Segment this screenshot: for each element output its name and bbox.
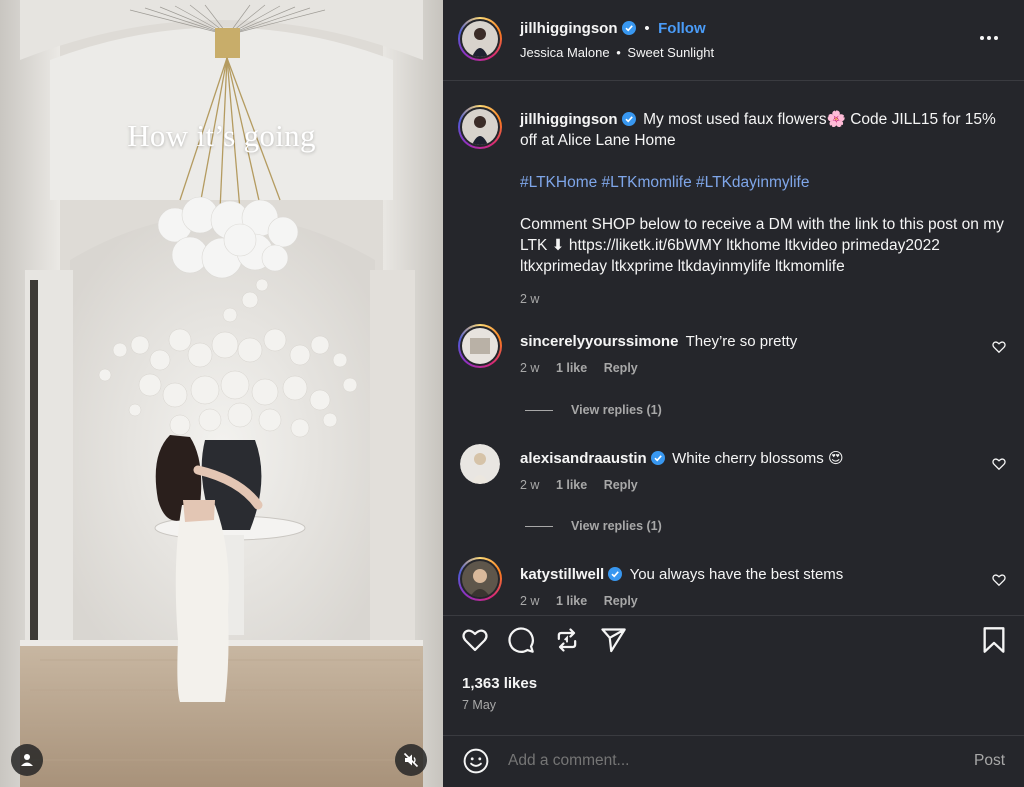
post-comment-button[interactable]: Post <box>974 752 1005 770</box>
comment-reply-button[interactable]: Reply <box>604 478 638 492</box>
audio-separator: • <box>616 45 621 60</box>
comment-like-heart-icon[interactable] <box>992 573 1006 587</box>
emoji-picker-icon[interactable] <box>463 748 489 774</box>
header-separator: • <box>644 20 650 37</box>
post-date[interactable]: 7 May <box>462 698 496 712</box>
verified-badge-icon <box>650 451 665 465</box>
comment-avatar-sincerelyyourssimone[interactable] <box>458 324 502 368</box>
view-replies-label: View replies (1) <box>571 403 662 417</box>
post-header: jillhiggingson • Follow Jessica Malone •… <box>443 0 1024 80</box>
comment-likes[interactable]: 1 like <box>556 361 587 375</box>
verified-badge-icon <box>621 112 636 126</box>
add-comment-bar: Post <box>443 736 1024 787</box>
comment-username[interactable]: katystillwell <box>520 566 604 583</box>
comment-item: alexisandraaustin White cherry blossoms … <box>520 449 980 492</box>
comment-avatar-katystillwell[interactable] <box>458 557 502 601</box>
comment-input[interactable] <box>508 752 928 770</box>
repost-icon[interactable] <box>553 626 581 654</box>
comment-time: 2 w <box>520 361 540 375</box>
view-replies-label: View replies (1) <box>571 519 662 533</box>
post-action-bar <box>461 626 1006 656</box>
verified-badge-icon <box>621 21 636 35</box>
verified-badge-icon <box>608 567 623 581</box>
view-replies-line <box>525 525 553 527</box>
likes-count[interactable]: 1,363 likes <box>462 675 537 692</box>
audio-artist: Jessica Malone <box>520 45 610 60</box>
caption-avatar-image <box>462 109 498 145</box>
caption-timestamp: 2 w <box>520 292 540 306</box>
tagged-users-button[interactable] <box>11 744 43 776</box>
audio-track: Sweet Sunlight <box>627 45 715 60</box>
author-username[interactable]: jillhiggingson <box>520 20 618 37</box>
caption-author-avatar[interactable] <box>458 105 502 149</box>
caption-hashtags[interactable]: #LTKHome #LTKmomlife #LTKdayinmylife <box>520 172 1010 193</box>
actions-divider <box>443 615 1024 616</box>
header-divider <box>443 80 1024 81</box>
comment-avatar-image <box>460 444 500 484</box>
comment-avatar-image <box>462 561 498 597</box>
share-send-icon[interactable] <box>599 626 627 654</box>
post-media[interactable]: How it’s going <box>0 0 443 787</box>
comment-like-heart-icon[interactable] <box>992 340 1006 354</box>
comment-time: 2 w <box>520 594 540 608</box>
comment-username[interactable]: sincerelyyourssimone <box>520 333 678 350</box>
comment-text: White cherry blossoms 😍 <box>672 450 844 467</box>
comment-likes[interactable]: 1 like <box>556 478 587 492</box>
save-bookmark-icon[interactable] <box>981 626 1007 654</box>
video-overlay-text: How it’s going <box>127 118 316 153</box>
user-icon <box>21 754 33 766</box>
caption-body: Comment SHOP below to receive a DM with … <box>520 216 1004 275</box>
post-caption: jillhiggingson My most used faux flowers… <box>520 109 1010 310</box>
comment-item: sincerelyyourssimone They’re so pretty 2… <box>520 333 980 375</box>
comment-item: katystillwell You always have the best s… <box>520 566 980 608</box>
comment-likes[interactable]: 1 like <box>556 594 587 608</box>
audio-info[interactable]: Jessica Malone • Sweet Sunlight <box>520 45 714 60</box>
caption-username[interactable]: jillhiggingson <box>520 111 618 128</box>
like-heart-icon[interactable] <box>461 626 489 654</box>
muted-speaker-icon <box>403 752 419 768</box>
comment-text: You always have the best stems <box>629 566 844 583</box>
post-details-panel: jillhiggingson • Follow Jessica Malone •… <box>443 0 1024 787</box>
view-replies-button[interactable]: View replies (1) <box>525 403 662 417</box>
comment-avatar-image <box>462 328 498 364</box>
comment-bubble-icon[interactable] <box>507 626 535 654</box>
author-avatar-image <box>462 21 498 57</box>
view-replies-button[interactable]: View replies (1) <box>525 519 662 533</box>
comment-time: 2 w <box>520 478 540 492</box>
author-avatar[interactable] <box>458 17 502 61</box>
comment-reply-button[interactable]: Reply <box>604 594 638 608</box>
comment-reply-button[interactable]: Reply <box>604 361 638 375</box>
more-options-icon[interactable] <box>979 28 999 48</box>
follow-button[interactable]: Follow <box>658 20 706 37</box>
view-replies-line <box>525 409 553 411</box>
mute-toggle-button[interactable] <box>395 744 427 776</box>
comment-username[interactable]: alexisandraaustin <box>520 450 647 467</box>
comment-avatar-alexisandraaustin[interactable] <box>460 444 500 484</box>
comment-like-heart-icon[interactable] <box>992 457 1006 471</box>
comment-text: They’re so pretty <box>685 333 798 350</box>
